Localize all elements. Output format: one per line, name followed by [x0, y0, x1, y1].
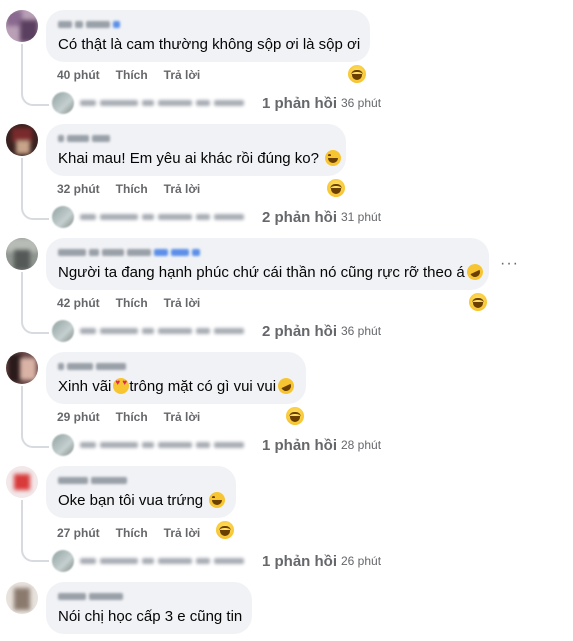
comment-actions: 27 phút Thích Trả lời [57, 526, 200, 540]
comment-bubble: Oke bạn tôi vua trứng [46, 466, 236, 518]
thread-line [21, 386, 23, 434]
like-button[interactable]: Thích [116, 526, 148, 540]
view-replies[interactable]: 1 phản hồi 36 phút [52, 92, 381, 114]
reply-count[interactable]: 1 phản hồi [262, 95, 337, 112]
thread-curve [21, 90, 49, 106]
avatar [52, 434, 74, 456]
author-name[interactable] [58, 474, 224, 486]
reply-count[interactable]: 2 phản hồi [262, 209, 337, 226]
reply-preview [80, 212, 260, 222]
grinning-squinting-emoji [325, 150, 342, 166]
like-button[interactable]: Thích [116, 68, 148, 82]
comment-actions: 32 phút Thích Trả lời [57, 182, 200, 196]
reply-preview [80, 326, 260, 336]
laughing-reaction-icon[interactable] [286, 407, 304, 425]
rofl-emoji [275, 375, 297, 397]
avatar[interactable] [6, 124, 38, 156]
comment-bubble: Có thật là cam thường không sộp ơi là sộ… [46, 10, 370, 62]
author-name[interactable] [58, 246, 477, 258]
avatar[interactable] [6, 10, 38, 42]
view-replies[interactable]: 1 phản hồi 28 phút [52, 434, 381, 456]
reply-preview [80, 556, 260, 566]
comment-text: Khai mau! Em yêu ai khác rồi đúng ko? [58, 150, 319, 167]
author-name[interactable] [58, 590, 240, 602]
reply-time: 31 phút [341, 210, 382, 224]
reply-time: 36 phút [341, 324, 382, 338]
comment-time[interactable]: 42 phút [57, 296, 100, 310]
laughing-reaction-icon[interactable] [327, 179, 345, 197]
comment-actions: 40 phút Thích Trả lời [57, 68, 200, 82]
avatar[interactable] [6, 352, 38, 384]
author-name[interactable] [58, 360, 294, 372]
reply-preview [80, 440, 260, 450]
comment-text: Oke bạn tôi vua trứng [58, 492, 204, 509]
reply-time: 36 phút [341, 96, 382, 110]
avatar [52, 550, 74, 572]
reply-time: 26 phút [341, 554, 382, 568]
comment-time[interactable]: 40 phút [57, 68, 100, 82]
more-options-icon[interactable]: ··· [500, 255, 519, 273]
thread-curve [21, 204, 49, 220]
comment-text: Xinh vãi [58, 378, 112, 395]
comment-time[interactable]: 32 phút [57, 182, 100, 196]
thread-line [21, 158, 23, 206]
like-button[interactable]: Thích [116, 182, 148, 196]
view-replies[interactable]: 2 phản hồi 31 phút [52, 206, 381, 228]
like-button[interactable]: Thích [116, 296, 148, 310]
laughing-reaction-icon[interactable] [216, 521, 234, 539]
author-name[interactable] [58, 132, 334, 144]
avatar[interactable] [6, 238, 38, 270]
comment-bubble: Người ta đang hạnh phúc chứ cái thần nó … [46, 238, 489, 290]
comment-bubble: Khai mau! Em yêu ai khác rồi đúng ko? [46, 124, 346, 176]
thread-curve [21, 318, 49, 334]
laughing-reaction-icon[interactable] [469, 293, 487, 311]
grinning-squinting-emoji [209, 492, 226, 508]
comment-bubble: Xinh vãi trông mặt có gì vui vui [46, 352, 306, 404]
comment-bubble: Nói chị học cấp 3 e cũng tin [46, 582, 252, 634]
comment-text: Có thật là cam thường không sộp ơi là sộ… [58, 36, 361, 53]
comment-actions: 42 phút Thích Trả lời [57, 296, 200, 310]
thread-curve [21, 546, 49, 562]
comment-time[interactable]: 29 phút [57, 410, 100, 424]
heart-eyes-emoji [113, 378, 130, 394]
avatar[interactable] [6, 466, 38, 498]
reply-button[interactable]: Trả lời [164, 68, 201, 82]
reply-count[interactable]: 1 phản hồi [262, 437, 337, 454]
thread-line [21, 272, 23, 320]
reply-button[interactable]: Trả lời [164, 182, 201, 196]
comment-time[interactable]: 27 phút [57, 526, 100, 540]
view-replies[interactable]: 1 phản hồi 26 phút [52, 550, 381, 572]
author-name[interactable] [58, 18, 358, 30]
thread-line [21, 44, 23, 92]
thread-line [21, 500, 23, 548]
view-replies[interactable]: 2 phản hồi 36 phút [52, 320, 381, 342]
avatar [52, 206, 74, 228]
avatar[interactable] [6, 582, 38, 614]
laughing-reaction-icon[interactable] [348, 65, 366, 83]
comment-text: Nói chị học cấp 3 e cũng tin [58, 608, 243, 625]
reply-count[interactable]: 1 phản hồi [262, 553, 337, 570]
comment-text-continued: trông mặt có gì vui vui [129, 378, 277, 395]
reply-count[interactable]: 2 phản hồi [262, 323, 337, 340]
reply-button[interactable]: Trả lời [164, 526, 201, 540]
reply-button[interactable]: Trả lời [164, 296, 201, 310]
rofl-emoji [464, 261, 486, 283]
avatar [52, 92, 74, 114]
like-button[interactable]: Thích [116, 410, 148, 424]
comment-actions: 29 phút Thích Trả lời [57, 410, 200, 424]
reply-time: 28 phút [341, 438, 382, 452]
avatar [52, 320, 74, 342]
reply-preview [80, 98, 260, 108]
reply-button[interactable]: Trả lời [164, 410, 201, 424]
thread-curve [21, 432, 49, 448]
comment-text: Người ta đang hạnh phúc chứ cái thần nó … [58, 264, 465, 281]
